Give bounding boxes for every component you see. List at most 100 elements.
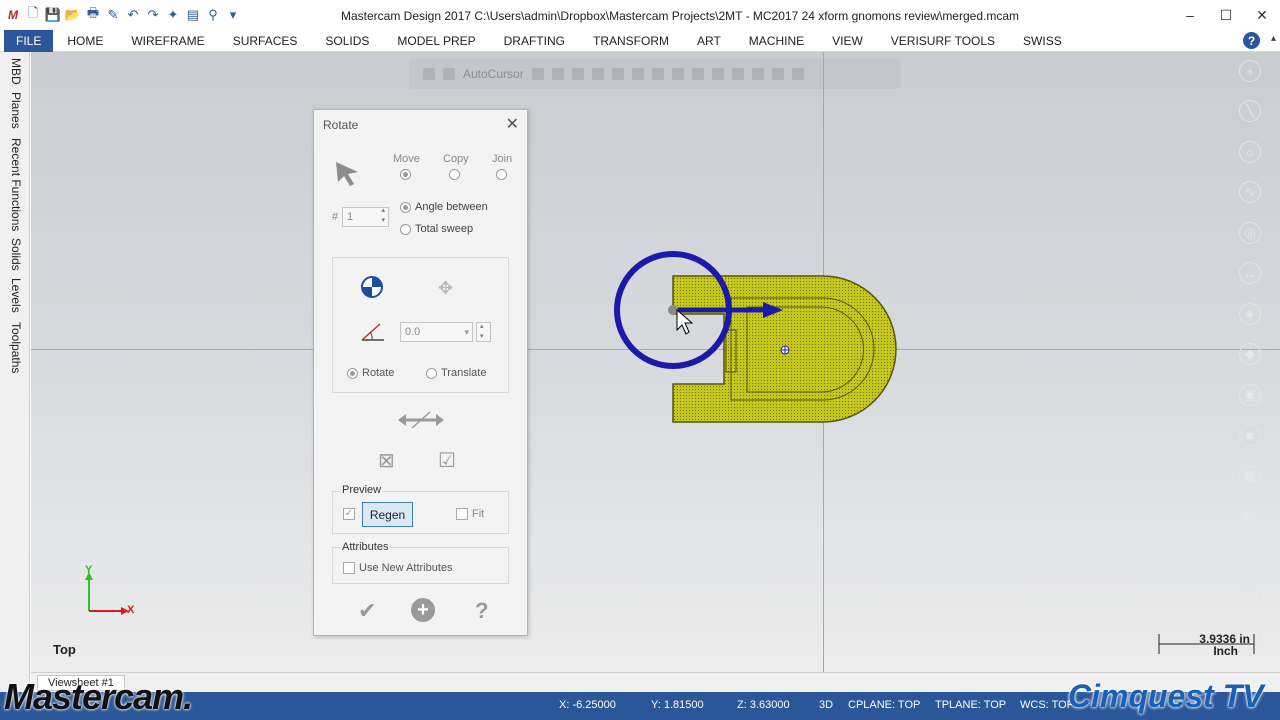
ok-checkmark-icon[interactable]: ✔ <box>358 598 376 624</box>
redo-icon[interactable]: ↷ <box>144 6 162 24</box>
status-y: Y: 1.81500 <box>651 699 704 711</box>
maximize-button[interactable]: ☐ <box>1208 0 1244 30</box>
tab-mbd[interactable]: MBD <box>9 58 23 85</box>
view-name: Top <box>53 642 76 657</box>
save-as-icon[interactable]: ✎ <box>104 6 122 24</box>
scale-unit: Inch <box>1213 644 1238 658</box>
status-wcs[interactable]: WCS: TOP <box>1020 699 1074 711</box>
browse-icon[interactable]: ▤ <box>184 6 202 24</box>
preview-checkbox[interactable]: ✓ <box>343 508 355 520</box>
search-icon[interactable]: ⚲ <box>204 6 222 24</box>
reselect-entities-icon[interactable]: ☑ <box>438 448 456 473</box>
tab-drafting[interactable]: DRAFTING <box>490 30 579 52</box>
tab-machine[interactable]: MACHINE <box>735 30 818 52</box>
save-icon[interactable]: 💾 <box>44 6 62 24</box>
tab-art[interactable]: ART <box>683 30 735 52</box>
tab-toolpaths[interactable]: Toolpaths <box>9 322 23 373</box>
spline-icon[interactable]: ∿ <box>1239 181 1261 203</box>
tab-verisurf-tools[interactable]: VERISURF TOOLS <box>877 30 1009 52</box>
gear-tool-icon[interactable]: ✲ <box>1239 586 1261 608</box>
use-new-attributes-checkbox[interactable] <box>343 562 355 574</box>
tab-solids[interactable]: SOLIDS <box>311 30 383 52</box>
angle-input[interactable]: 0.0 ▾ <box>400 322 473 342</box>
angle-stepper[interactable]: ▴ ▾ <box>476 322 491 342</box>
total-sweep-radio[interactable] <box>400 224 411 235</box>
fit-checkbox[interactable] <box>456 508 468 520</box>
attributes-label: Attributes <box>341 541 390 553</box>
status-cplane[interactable]: CPLANE: TOP <box>848 699 920 711</box>
status-tplane[interactable]: TPLANE: TOP <box>935 699 1006 711</box>
tab-view[interactable]: VIEW <box>818 30 877 52</box>
regen-button[interactable]: Regen <box>362 502 413 527</box>
angle-stepper-arrows-icon[interactable]: ▴ ▾ <box>480 322 484 342</box>
graphics-viewport[interactable]: AutoCursor + ╲ ○ ∿ ◎ ↔ ◈ ◆ ▣ ■ ▦ ▤ ⁘ ✲ ⊕… <box>31 52 1280 672</box>
ribbon-tabs: FILE HOME WIREFRAME SURFACES SOLIDS MODE… <box>0 29 1280 52</box>
mode-copy-radio[interactable] <box>449 169 460 180</box>
circle-icon[interactable]: ○ <box>1239 141 1261 163</box>
part-geometry[interactable] <box>31 52 1280 672</box>
help-question-icon[interactable]: ? <box>475 598 488 624</box>
minimize-button[interactable]: – <box>1172 0 1208 30</box>
gnomon-x-label: X <box>127 604 135 616</box>
translate-method-label: Translate <box>441 367 487 379</box>
reverse-direction-icon[interactable] <box>396 408 446 432</box>
tab-solids-panel[interactable]: Solids <box>9 238 23 271</box>
tab-transform[interactable]: TRANSFORM <box>579 30 683 52</box>
undo-icon[interactable]: ↶ <box>124 6 142 24</box>
tab-swiss[interactable]: SWISS <box>1009 30 1076 52</box>
instances-value: 1 <box>347 211 354 223</box>
mode-move-radio[interactable] <box>400 169 411 180</box>
help-icon[interactable]: ? <box>1243 32 1260 49</box>
tab-levels[interactable]: Levels <box>9 278 23 313</box>
right-toolbar: + ╲ ○ ∿ ◎ ↔ ◈ ◆ ▣ ■ ▦ ▤ ⁘ ✲ ⊕ <box>1228 52 1280 672</box>
close-button[interactable]: ✕ <box>1244 0 1280 30</box>
dots-icon[interactable]: ⁘ <box>1239 546 1261 568</box>
tab-wireframe[interactable]: WIREFRAME <box>117 30 218 52</box>
add-icon[interactable]: + <box>1239 60 1261 82</box>
cube-icon[interactable]: ▣ <box>1239 384 1261 406</box>
center-point-icon[interactable] <box>360 275 384 299</box>
solid-view-icon[interactable]: ◎ <box>1239 222 1261 244</box>
scale-bar: 3.9336 in Inch <box>1158 632 1258 658</box>
preview-label: Preview <box>341 484 383 496</box>
rotate-dialog: Rotate ✕ Move Copy Join # 1 ▴ ▾ Angle bet… <box>313 109 528 636</box>
mode-copy-label: Copy <box>443 153 469 165</box>
translate-method-radio[interactable] <box>426 368 437 379</box>
qat-dropdown-icon[interactable]: ▾ <box>224 6 242 24</box>
open-folder-icon[interactable]: 📂 <box>64 6 82 24</box>
dialog-close-button[interactable]: ✕ <box>506 114 519 134</box>
move-point-icon[interactable]: ✥ <box>438 278 453 299</box>
stepper-arrows-icon[interactable]: ▴ ▾ <box>381 206 385 226</box>
customize-icon[interactable]: ✦ <box>164 6 182 24</box>
status-3d-mode[interactable]: 3D <box>819 699 833 711</box>
status-z: Z: 3.63000 <box>737 699 790 711</box>
remove-entities-icon[interactable]: ⊠ <box>378 448 395 473</box>
tab-planes[interactable]: Planes <box>9 92 23 129</box>
tab-surfaces[interactable]: SURFACES <box>219 30 312 52</box>
dimension-icon[interactable]: ↔ <box>1239 262 1261 284</box>
mode-join-radio[interactable] <box>496 169 507 180</box>
wire-icon[interactable]: ◆ <box>1239 343 1261 365</box>
angle-between-radio[interactable] <box>400 202 411 213</box>
instances-stepper[interactable]: 1 ▴ ▾ <box>342 207 389 227</box>
box-icon[interactable]: ■ <box>1239 424 1261 446</box>
tab-model-prep[interactable]: MODEL PREP <box>383 30 489 52</box>
tab-file[interactable]: FILE <box>4 29 54 52</box>
select-entities-icon[interactable] <box>334 160 362 186</box>
mastercam-app-icon[interactable]: M <box>4 6 22 24</box>
new-file-icon[interactable]: 🗋 <box>24 5 42 24</box>
angle-dropdown-icon[interactable]: ▾ <box>464 323 469 341</box>
line-icon[interactable]: ╲ <box>1239 100 1261 122</box>
pattern-icon[interactable]: ▦ <box>1239 465 1261 487</box>
tab-recent-functions[interactable]: Recent Functions <box>9 138 23 231</box>
collapse-ribbon-icon[interactable]: ▴ <box>1271 33 1276 44</box>
apply-plus-icon[interactable]: + <box>411 598 435 622</box>
layers-icon[interactable]: ▤ <box>1239 505 1261 527</box>
rotate-method-radio[interactable] <box>347 368 358 379</box>
print-icon[interactable]: 🖶 <box>84 5 102 24</box>
tab-home[interactable]: HOME <box>53 30 117 52</box>
shade-icon[interactable]: ◈ <box>1239 303 1261 325</box>
angle-between-label: Angle between <box>415 201 488 213</box>
angle-icon <box>361 323 384 341</box>
mode-join-label: Join <box>492 153 513 165</box>
